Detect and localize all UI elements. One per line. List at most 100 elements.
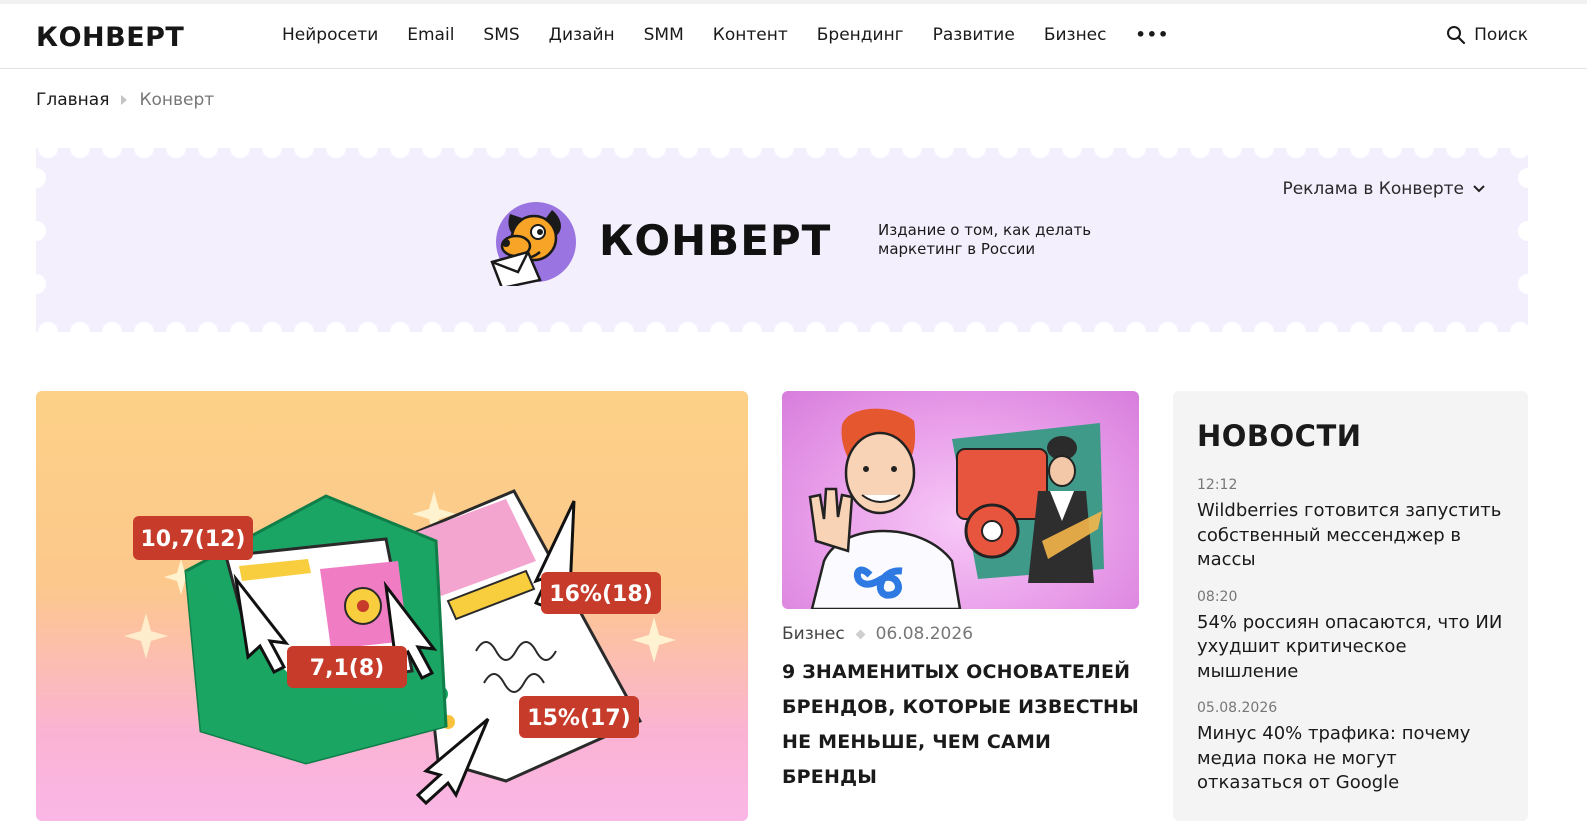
- stamp-hole: [806, 148, 826, 158]
- feature-meta: Бизнес 06.08.2026: [782, 624, 973, 644]
- stamp-hole: [1518, 273, 1528, 294]
- stamp-hole: [36, 273, 46, 294]
- stamp-hole: [1062, 148, 1082, 158]
- stamp-hole: [774, 322, 794, 332]
- stamp-hole: [1254, 148, 1274, 158]
- site-logo[interactable]: КОНВЕРТ: [36, 22, 184, 53]
- breadcrumb-current: Конверт: [139, 90, 215, 110]
- main-article-card[interactable]: 10,7(12) 16%(18) 7,1(8) 15%(17): [36, 391, 748, 821]
- badge-label: 7,1(8): [310, 656, 384, 681]
- founders-illustration: [808, 408, 1104, 609]
- stamp-hole: [454, 148, 474, 158]
- news-title[interactable]: 54% россиян опасаются, что ИИ ухудшит кр…: [1197, 611, 1504, 685]
- stamp-hole: [1094, 322, 1114, 332]
- brand-banner: Реклама в Конверте КОНВЕРТ Издание о том…: [36, 148, 1528, 332]
- stamp-hole: [518, 148, 538, 158]
- stamp-hole: [102, 148, 122, 158]
- nav-item-business[interactable]: Бизнес: [1044, 25, 1107, 45]
- news-sidebar: НОВОСТИ 12:12 Wildberries готовится запу…: [1173, 391, 1528, 821]
- stamp-hole: [550, 322, 570, 332]
- stamp-hole: [1158, 322, 1178, 332]
- news-time: 08:20: [1197, 588, 1238, 605]
- stamp-hole: [1030, 322, 1050, 332]
- feature-headline[interactable]: 9 знаменитых основателей брендов, которы…: [782, 655, 1142, 795]
- badge-label: 15%(17): [527, 706, 630, 731]
- news-item[interactable]: 08:20 54% россиян опасаются, что ИИ ухуд…: [1197, 589, 1504, 685]
- stamp-hole: [582, 148, 602, 158]
- stamp-hole: [1518, 168, 1528, 188]
- stamp-hole: [198, 322, 218, 332]
- stamp-hole: [326, 148, 346, 158]
- stamp-hole: [966, 322, 986, 332]
- stamp-hole: [550, 148, 570, 158]
- ad-dropdown-label: Реклама в Конверте: [1282, 179, 1464, 199]
- nav-item-smm[interactable]: SMM: [644, 25, 684, 45]
- stamp-hole: [966, 148, 986, 158]
- stamp-hole: [422, 322, 442, 332]
- stamp-hole: [230, 322, 250, 332]
- stamp-hole: [262, 148, 282, 158]
- stamp-hole: [710, 148, 730, 158]
- stamp-hole: [1518, 220, 1528, 241]
- stamp-hole: [774, 148, 794, 158]
- stamp-hole: [390, 148, 410, 158]
- stamp-hole: [102, 322, 122, 332]
- news-item[interactable]: 12:12 Wildberries готовится запустить со…: [1197, 477, 1504, 573]
- stamp-hole: [1478, 148, 1498, 158]
- nav-item-design[interactable]: Дизайн: [549, 25, 615, 45]
- search-button[interactable]: Поиск: [1446, 25, 1528, 45]
- more-icon[interactable]: •••: [1135, 25, 1169, 45]
- news-heading: НОВОСТИ: [1197, 419, 1362, 453]
- stamp-hole: [358, 148, 378, 158]
- badge-label: 10,7(12): [140, 527, 245, 552]
- stamp-hole: [1350, 148, 1370, 158]
- stamp-hole: [806, 322, 826, 332]
- ad-dropdown[interactable]: Реклама в Конверте: [1282, 179, 1486, 199]
- stamp-hole: [710, 322, 730, 332]
- banner-tagline: Издание о том, как делать маркетинг в Ро…: [878, 221, 1092, 258]
- stamp-hole: [454, 322, 474, 332]
- nav-item-content[interactable]: Контент: [713, 25, 788, 45]
- stamp-hole: [198, 148, 218, 158]
- stamp-hole: [1382, 322, 1402, 332]
- nav-item-branding[interactable]: Брендинг: [817, 25, 904, 45]
- stamp-hole: [422, 148, 442, 158]
- dog-mascot-logo: [490, 202, 576, 286]
- stamp-hole: [614, 148, 634, 158]
- stamp-hole: [70, 322, 90, 332]
- stamp-hole: [390, 322, 410, 332]
- stamp-hole: [1062, 322, 1082, 332]
- stamp-hole: [36, 220, 46, 241]
- stamp-hole: [870, 148, 890, 158]
- stamp-hole: [678, 148, 698, 158]
- stamp-hole: [1318, 148, 1338, 158]
- stamp-hole: [646, 322, 666, 332]
- breadcrumb-home[interactable]: Главная: [36, 90, 109, 110]
- stamp-hole: [1414, 148, 1434, 158]
- news-title[interactable]: Минус 40% трафика: почему медиа пока не …: [1197, 722, 1504, 796]
- stamp-hole: [838, 148, 858, 158]
- stamp-hole: [1030, 148, 1050, 158]
- stamp-hole: [838, 322, 858, 332]
- news-time: 12:12: [1197, 477, 1238, 493]
- nav-item-sms[interactable]: SMS: [483, 25, 519, 45]
- nav-item-development[interactable]: Развитие: [933, 25, 1015, 45]
- stamp-hole: [742, 148, 762, 158]
- search-label: Поиск: [1474, 25, 1528, 45]
- stamp-hole: [166, 322, 186, 332]
- feature-article-image[interactable]: [782, 391, 1139, 609]
- stamp-hole: [998, 148, 1018, 158]
- stamp-hole: [1446, 148, 1466, 158]
- nav-item-neural[interactable]: Нейросети: [282, 25, 378, 45]
- category-tag[interactable]: Бизнес: [782, 624, 845, 644]
- banner-title: КОНВЕРТ: [599, 216, 832, 265]
- stamp-hole: [294, 322, 314, 332]
- stamp-hole: [1222, 148, 1242, 158]
- news-title[interactable]: Wildberries готовится запустить собствен…: [1197, 499, 1504, 573]
- news-item[interactable]: 05.08.2026 Минус 40% трафика: почему мед…: [1197, 700, 1504, 796]
- stamp-hole: [1190, 322, 1210, 332]
- nav-item-email[interactable]: Email: [407, 25, 454, 45]
- stamp-hole: [1446, 322, 1466, 332]
- badge-label: 16%(18): [549, 582, 652, 607]
- stamp-hole: [134, 148, 154, 158]
